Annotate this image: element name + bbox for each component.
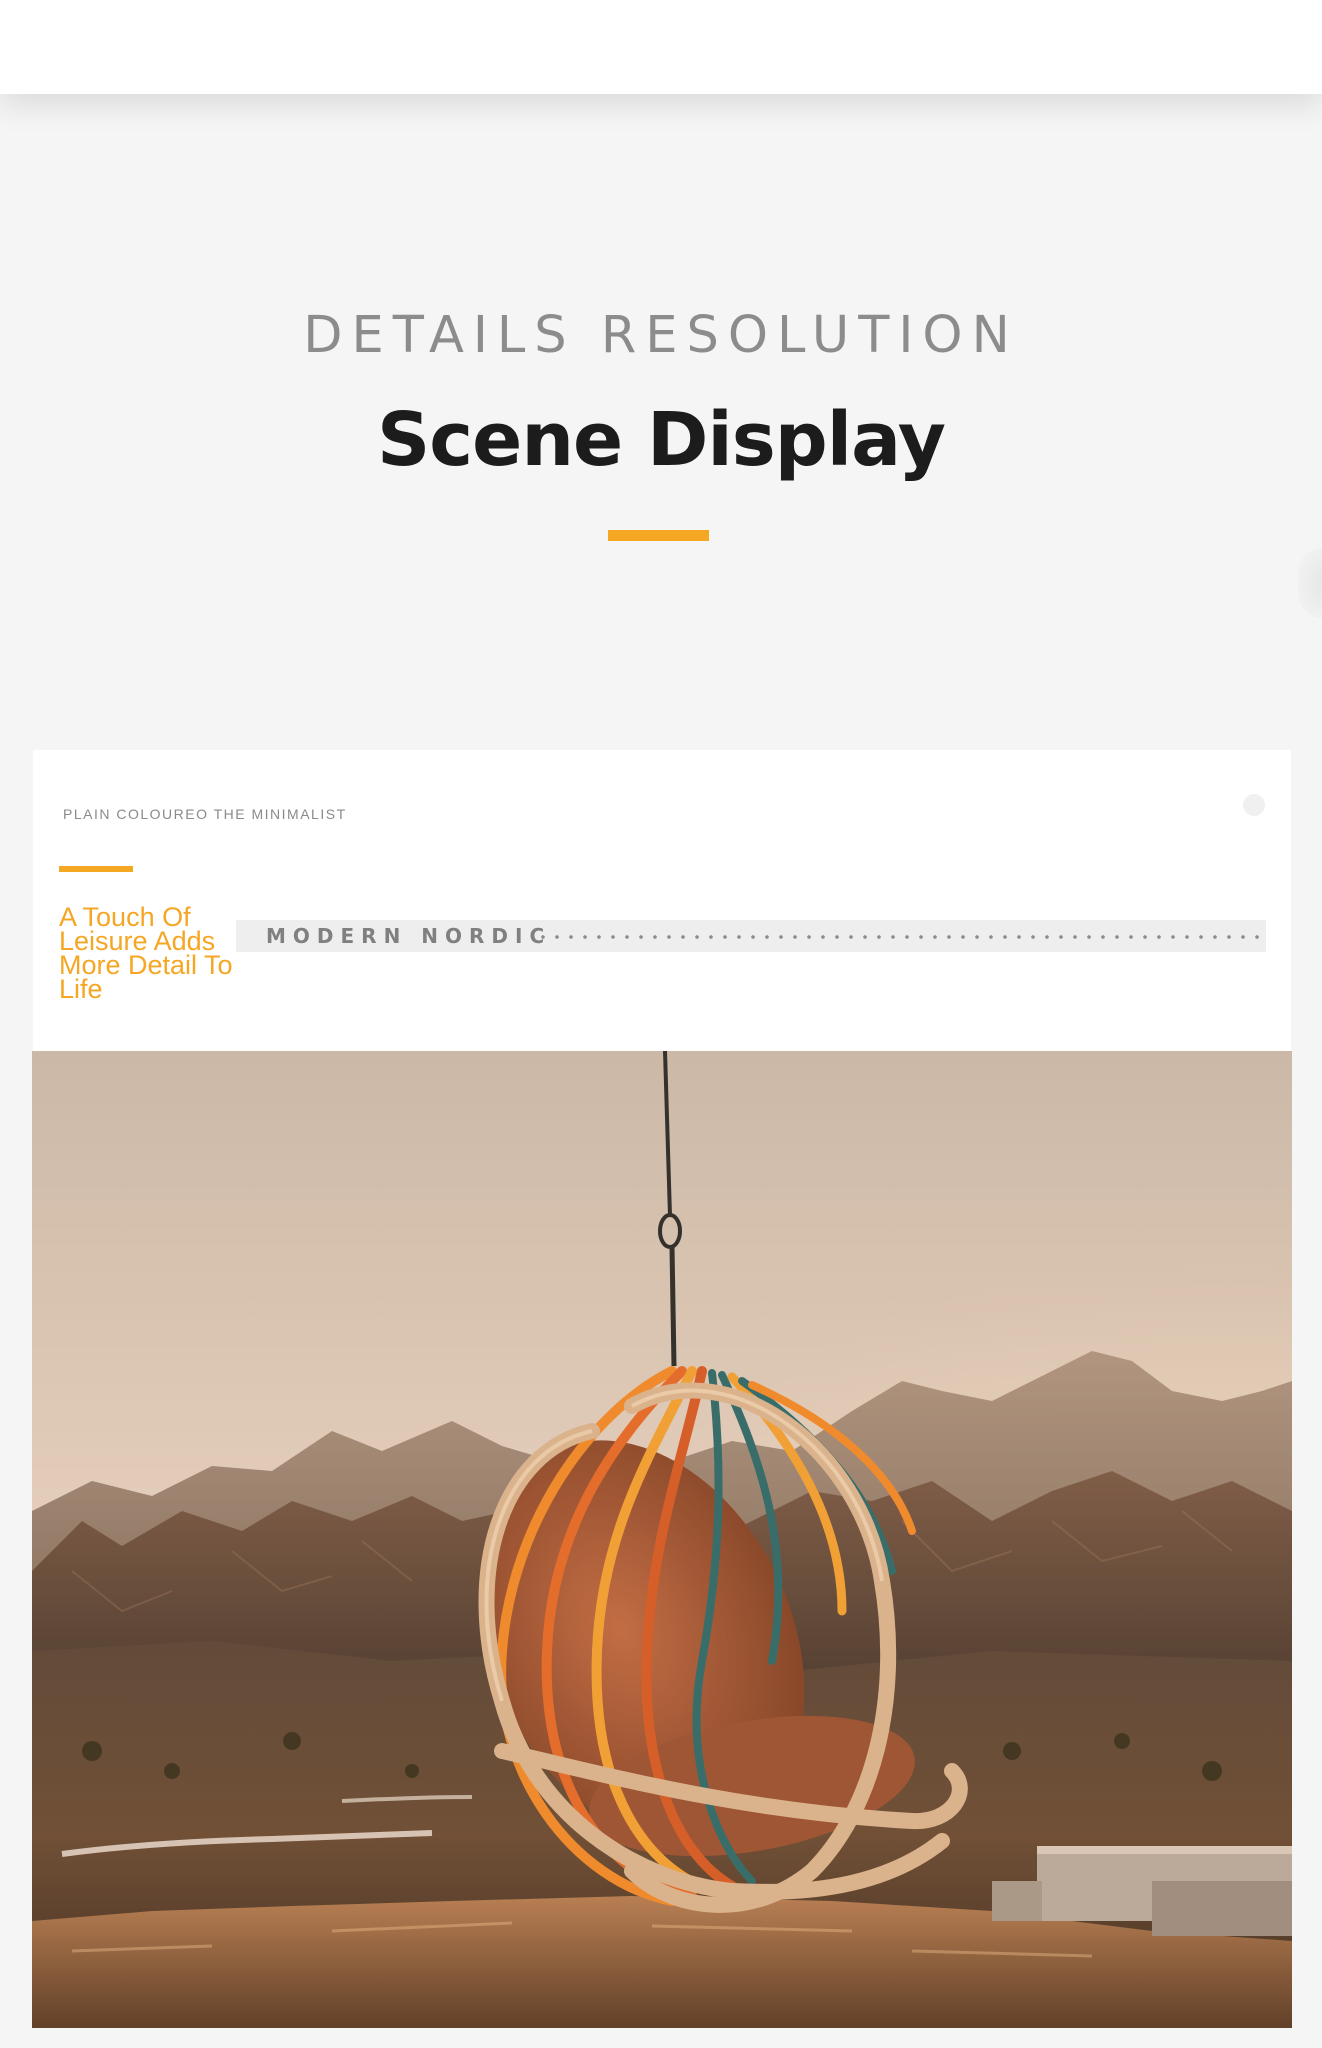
scene-illustration [32,1051,1292,2028]
modern-strip: MODERN NORDIC [236,920,1266,952]
title-underline [608,530,709,541]
edge-shadow [1298,548,1322,618]
scene-image [32,1051,1292,2028]
section-kicker: DETAILS RESOLUTION [303,306,1019,365]
card-kicker: PLAIN COLOUREO THE MINIMALIST [63,806,347,822]
modern-nordic-label: MODERN NORDIC [266,924,552,948]
top-bar [0,0,1322,94]
card-accent-line [59,866,133,872]
card-dot [1243,794,1265,816]
section-title: Scene Display [376,397,946,483]
dot-leader [536,935,1262,939]
